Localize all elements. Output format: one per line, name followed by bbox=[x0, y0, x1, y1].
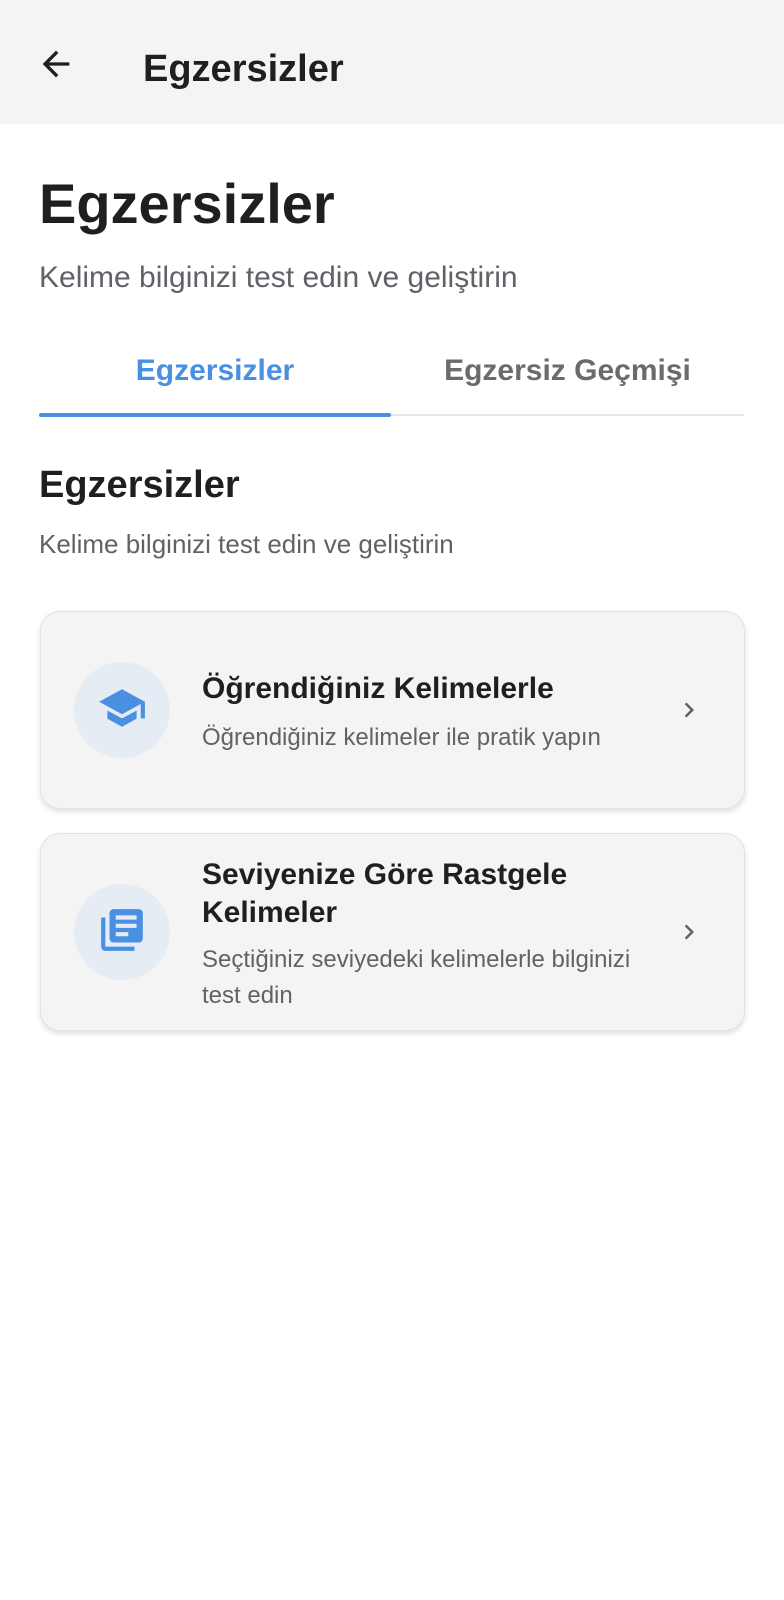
random-words-by-level-card[interactable]: Seviyenize Göre Rastgele Kelimeler Seçti… bbox=[40, 833, 745, 1031]
learned-words-exercise-card[interactable]: Öğrendiğiniz Kelimelerle Öğrendiğiniz ke… bbox=[40, 611, 745, 809]
active-tab-indicator bbox=[39, 413, 391, 417]
chevron-right-icon bbox=[674, 695, 704, 725]
chevron-right-icon bbox=[674, 917, 704, 947]
card-title: Seviyenize Göre Rastgele Kelimeler bbox=[202, 858, 568, 929]
card-icon-circle bbox=[74, 884, 170, 980]
page-subtitle: Kelime bilginizi test edin ve geliştirin bbox=[39, 261, 518, 294]
page-title: Egzersizler bbox=[39, 172, 335, 235]
arrow-back-icon bbox=[36, 44, 76, 89]
library-books-icon bbox=[97, 905, 147, 960]
tab-exercise-history-label: Egzersiz Geçmişi bbox=[444, 354, 691, 387]
section-title: Egzersizler bbox=[39, 464, 240, 506]
card-text: Öğrendiğiniz Kelimelerle Öğrendiğiniz ke… bbox=[202, 670, 642, 756]
back-button[interactable] bbox=[28, 38, 84, 94]
card-text: Seviyenize Göre Rastgele Kelimeler Seçti… bbox=[202, 856, 642, 1014]
graduation-cap-icon bbox=[97, 683, 147, 738]
section-subtitle: Kelime bilginizi test edin ve geliştirin bbox=[39, 529, 454, 559]
app-bar: Egzersizler bbox=[0, 0, 784, 124]
card-description: Öğrendiğiniz kelimeler ile pratik yapın bbox=[202, 724, 601, 751]
tab-exercise-history[interactable]: Egzersiz Geçmişi bbox=[391, 330, 744, 412]
card-icon-circle bbox=[74, 662, 170, 758]
app-bar-title: Egzersizler bbox=[143, 48, 344, 90]
tab-bar: Egzersizler Egzersiz Geçmişi bbox=[39, 330, 744, 417]
card-description: Seçtiğiniz seviyedeki kelimelerle bilgin… bbox=[202, 946, 631, 1009]
tab-exercises[interactable]: Egzersizler bbox=[39, 330, 391, 412]
card-title: Öğrendiğiniz Kelimelerle bbox=[202, 672, 554, 705]
tab-exercises-label: Egzersizler bbox=[135, 354, 295, 387]
